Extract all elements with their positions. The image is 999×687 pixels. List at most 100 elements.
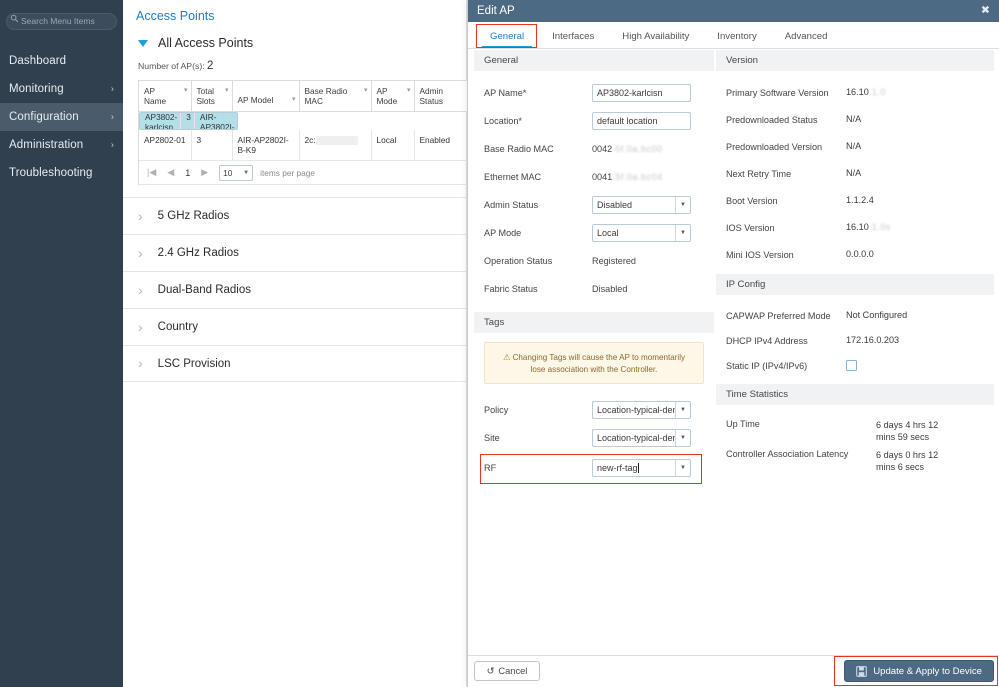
tags-form: Policy Location-typical-den ▼ Site Locat… — [474, 384, 714, 485]
pagination-prev-button[interactable]: ◀ — [167, 167, 174, 178]
chevron-down-icon[interactable]: ▾ — [184, 86, 188, 94]
field-admin-status: Admin Status Disabled ▼ — [474, 191, 714, 219]
left-nav-sidebar: Dashboard Monitoring › Configuration › A… — [0, 0, 123, 687]
redacted-mac: xxxxxxxxxx — [315, 136, 358, 145]
tab-interfaces[interactable]: Interfaces — [538, 31, 608, 48]
field-operation-status: Operation Status Registered — [474, 247, 714, 275]
cell-admin-status: Enabled — [414, 130, 468, 161]
field-location: Location* — [474, 107, 714, 135]
tab-high-availability[interactable]: High Availability — [608, 31, 703, 48]
tab-inventory[interactable]: Inventory — [703, 31, 770, 48]
col-admin-status[interactable]: Admin Status — [414, 81, 468, 112]
chevron-down-icon: ▼ — [675, 197, 690, 213]
accordion-24ghz-radios[interactable]: › 2.4 GHz Radios — [123, 234, 466, 271]
value-text: 16.10 — [846, 87, 869, 98]
field-ap-name: AP Name* — [474, 79, 714, 107]
site-tag-select[interactable]: Location-typical-den ▼ — [592, 429, 691, 448]
ap-count-value: 2 — [207, 60, 214, 72]
section-title: All Access Points — [158, 36, 254, 50]
operation-status-value: Registered — [592, 256, 636, 266]
search-input[interactable] — [6, 12, 117, 30]
undo-icon: ↺ — [486, 665, 495, 676]
sidebar-item-configuration[interactable]: Configuration › — [0, 102, 123, 131]
col-ap-model[interactable]: AP Model ▾ — [232, 81, 300, 112]
dialog-footer: ↺ Cancel Update & Apply to Device — [468, 655, 999, 687]
pagination-page-number[interactable]: 1 — [185, 168, 190, 178]
accordion-country[interactable]: › Country — [123, 308, 466, 345]
chevron-right-icon: › — [138, 207, 143, 224]
field-label: IOS Version — [726, 222, 775, 233]
redacted-mac: .5f.0a.bc04 — [612, 172, 663, 182]
field-policy-tag: Policy Location-typical-den ▼ — [474, 396, 714, 424]
close-icon[interactable]: ✖ — [981, 5, 990, 17]
pagination-next-button[interactable]: ▶ — [201, 167, 208, 178]
pagination-first-button[interactable]: |◀ — [147, 167, 156, 178]
chevron-right-icon: › — [110, 139, 114, 149]
field-label: Location* — [484, 116, 522, 126]
chevron-right-icon: › — [138, 318, 143, 335]
rf-tag-text: new-rf-tag — [597, 463, 638, 474]
chevron-down-icon[interactable]: ▾ — [225, 86, 229, 94]
col-base-radio-mac[interactable]: Base Radio MAC ▾ — [299, 81, 372, 112]
cancel-label: Cancel — [498, 666, 528, 676]
field-fabric-status: Fabric Status Disabled — [474, 275, 714, 303]
table-row[interactable]: AP2802-01 3 AIR-AP2802I-B-K9 2c:xxxxxxxx… — [139, 130, 468, 161]
col-ap-name[interactable]: AP Name ▾ — [139, 81, 192, 112]
save-icon — [856, 665, 868, 677]
table-row[interactable]: AP3802-karlcisn 3 AIR-AP3802I-A-K9 00:xx… — [139, 112, 238, 130]
page-size-select[interactable]: 10 ▼ — [219, 164, 254, 181]
field-value: N/A — [846, 141, 862, 152]
cell-ap-model: AIR-AP2802I-B-K9 — [232, 130, 300, 161]
rf-tag-select[interactable]: new-rf-tag ▼ — [592, 459, 691, 478]
field-label: RF — [484, 463, 497, 474]
accordion-lsc-provision[interactable]: › LSC Provision — [123, 345, 466, 382]
col-total-slots[interactable]: Total Slots ▾ — [191, 81, 233, 112]
tab-general[interactable]: General — [476, 31, 538, 48]
field-label: Static IP (IPv4/IPv6) — [726, 360, 808, 371]
access-points-table: AP Name ▾ Total Slots ▾ AP Model ▾ Base … — [139, 81, 468, 161]
field-site-tag: Site Location-typical-den ▼ — [474, 424, 714, 452]
caret-down-icon[interactable] — [138, 40, 148, 47]
tab-advanced[interactable]: Advanced — [771, 31, 842, 48]
tags-warning-banner: ⚠ Changing Tags will cause the AP to mome… — [484, 342, 704, 385]
redacted-mac: .5f.0a.bc00 — [612, 144, 663, 154]
sidebar-item-administration[interactable]: Administration › — [0, 131, 123, 159]
dialog-body: General AP Name* Location* Base Radio MA… — [468, 50, 999, 655]
field-value: 6 days 4 hrs 12 mins 59 secs — [876, 420, 939, 443]
version-row: Mini IOS Version 0.0.0.0 — [716, 241, 994, 268]
sidebar-item-dashboard[interactable]: Dashboard — [0, 47, 123, 75]
sidebar-item-troubleshooting[interactable]: Troubleshooting — [0, 159, 123, 187]
col-label-line1: Admin — [419, 86, 444, 96]
col-ap-mode[interactable]: AP Mode ▾ — [371, 81, 415, 112]
field-value: N/A — [846, 114, 862, 125]
field-label: Site — [484, 433, 500, 444]
sidebar-nav-list: Dashboard Monitoring › Configuration › A… — [0, 47, 123, 187]
table-header: AP Name ▾ Total Slots ▾ AP Model ▾ Base … — [139, 81, 468, 112]
col-label-line2: Slots — [196, 96, 215, 106]
all-access-points-header[interactable]: All Access Points — [123, 23, 466, 50]
cancel-button[interactable]: ↺ Cancel — [474, 661, 540, 681]
ap-mode-select[interactable]: Local ▼ — [592, 224, 691, 242]
location-input[interactable] — [592, 112, 691, 130]
update-and-apply-button[interactable]: Update & Apply to Device — [844, 660, 994, 682]
version-list: Primary Software Version 16.10.1.0 Predo… — [716, 71, 994, 268]
ap-name-input[interactable] — [592, 84, 691, 102]
general-section-header: General — [474, 50, 714, 71]
dialog-title-bar: Edit AP ✖ — [468, 0, 999, 22]
static-ip-checkbox[interactable] — [846, 360, 857, 371]
version-row: IOS Version 16.10.1.0s — [716, 214, 994, 241]
chevron-down-icon[interactable]: ▾ — [407, 86, 411, 94]
menu-search-wrapper — [6, 11, 117, 30]
ap-mode-value: Local — [597, 228, 619, 238]
accordion-dual-band-radios[interactable]: › Dual-Band Radios — [123, 271, 466, 308]
blurred-suffix: .1.0 — [868, 87, 886, 98]
policy-tag-select[interactable]: Location-typical-den ▼ — [592, 401, 691, 420]
version-row: Primary Software Version 16.10.1.0 — [716, 79, 994, 106]
sidebar-item-monitoring[interactable]: Monitoring › — [0, 75, 123, 103]
chevron-down-icon[interactable]: ▾ — [292, 95, 296, 103]
chevron-down-icon[interactable]: ▾ — [364, 86, 368, 94]
chevron-right-icon: › — [110, 83, 114, 93]
accordion-5ghz-radios[interactable]: › 5 GHz Radios — [123, 197, 466, 234]
version-row: Predownloaded Version N/A — [716, 133, 994, 160]
admin-status-select[interactable]: Disabled ▼ — [592, 196, 691, 214]
